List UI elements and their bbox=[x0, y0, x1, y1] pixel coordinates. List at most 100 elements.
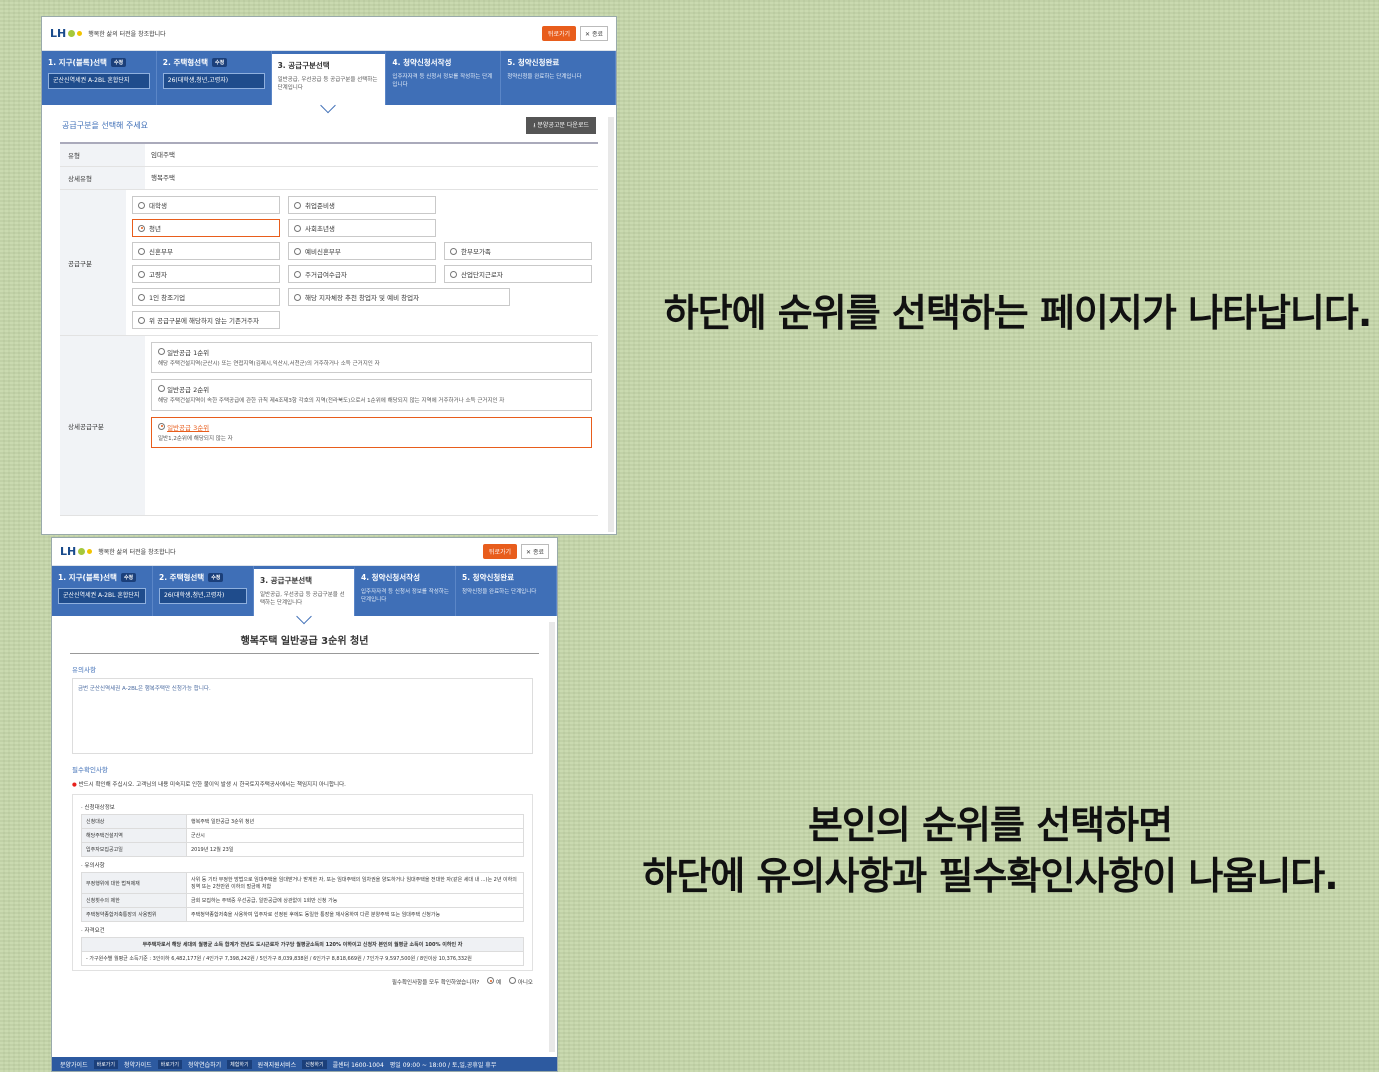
supply-option[interactable]: 고령자 bbox=[132, 265, 280, 283]
notice-label: 유의사항 bbox=[72, 666, 96, 674]
step-title: 1. 지구(블록)선택 bbox=[48, 58, 107, 67]
radio-icon bbox=[294, 201, 301, 209]
step-5[interactable]: 5. 청약신청완료 청약신청을 완료하는 단계입니다 bbox=[456, 566, 557, 616]
supply-option[interactable]: 한부모가족 bbox=[444, 242, 592, 260]
edit-chip[interactable]: 수정 bbox=[110, 58, 127, 67]
footer-text: 원격지원서비스 bbox=[257, 1061, 297, 1069]
step-title: 1. 지구(블록)선택 bbox=[58, 573, 117, 582]
step-desc: 일반공급, 우선공급 등 공급구분을 선택하는 단계입니다 bbox=[260, 592, 345, 607]
step-nav: 1. 지구(블록)선택 수정 군산신역세권 A-2BL 혼합단지 2. 주택형선택… bbox=[42, 51, 616, 105]
step-title: 4. 청약신청서작성 bbox=[361, 573, 420, 582]
option-label: 주거급여수급자 bbox=[305, 271, 347, 279]
agree-yes[interactable]: 예 bbox=[487, 977, 501, 986]
rank-title: 일반공급 3순위 bbox=[167, 423, 210, 432]
step-desc: 입주자자격 등 신청서 정보를 작성하는 단계입니다 bbox=[392, 74, 493, 89]
supply-option[interactable]: 위 공급구분에 해당하지 않는 기존거주자 bbox=[132, 311, 280, 329]
footer-link-button[interactable]: 바로가기 bbox=[157, 1059, 183, 1069]
supply-option[interactable]: 청년 bbox=[132, 219, 280, 237]
table-row: 입주자모집공고일 2019년 12월 23일 bbox=[81, 842, 524, 857]
step-1[interactable]: 1. 지구(블록)선택 수정 군산신역세권 A-2BL 혼합단지 bbox=[42, 51, 157, 105]
supply-option[interactable]: 산업단지근로자 bbox=[444, 265, 592, 283]
caption-2-line-1: 본인의 순위를 선택하면 bbox=[807, 803, 1173, 847]
rank-desc: 해당 주택건설지역(군산시) 또는 연접지역(김제시,익산시,서천군)의 거주하… bbox=[158, 361, 380, 367]
supply-option[interactable]: 대학생 bbox=[132, 196, 280, 214]
caption-2: 본인의 순위를 선택하면 하단에 유의사항과 필수확인사항이 나옵니다. bbox=[630, 800, 1350, 903]
edit-chip[interactable]: 수정 bbox=[208, 573, 224, 582]
rank-desc: 해당 주택건설지역이 속한 주택공급에 관한 규칙 제4조제3항 각호의 지역(… bbox=[158, 398, 505, 405]
supply-form: 유형 임대주택 상세유형 행복주택 공급구분 대학생 취업준비생 청년 사회초년생 신혼부부… bbox=[60, 142, 598, 516]
step-title: 2. 주택형선택 bbox=[159, 573, 205, 582]
qual-heading-text: 자격요건 bbox=[84, 928, 105, 934]
qual-heading: · 자격요건 bbox=[81, 928, 105, 934]
step-3[interactable]: 3. 공급구분선택 일반공급, 우선공급 등 공급구분을 선택하는 단계입니다 bbox=[254, 566, 355, 616]
row-key: 신청횟수의 제한 bbox=[81, 893, 187, 908]
step-2[interactable]: 2. 주택형선택 수정 26(대학생,청년,고령자) bbox=[153, 566, 254, 616]
close-button[interactable]: ✕ 종료 bbox=[580, 26, 608, 41]
step-2[interactable]: 2. 주택형선택 수정 26(대학생,청년,고령자) bbox=[157, 51, 272, 105]
row-label: 상세공급구분 bbox=[60, 336, 145, 515]
lh-logo: LH bbox=[60, 545, 93, 558]
table-row: 신청횟수의 제한 금회 모집하는 주택중 우선공급, 일반공급에 상관없이 1회만… bbox=[81, 893, 524, 908]
step-1[interactable]: 1. 지구(블록)선택 수정 군산신역세권 A-2BL 혼합단지 bbox=[52, 566, 153, 616]
footer-text: 분양가이드 bbox=[60, 1061, 88, 1069]
radio-icon bbox=[158, 385, 165, 393]
empty-cell bbox=[444, 219, 592, 237]
scrollbar[interactable] bbox=[608, 117, 614, 532]
table-row: 주택청약종합저축통장의 사용범위 주택청약종합저축을 사용하여 입주자로 선정된 … bbox=[81, 907, 524, 922]
agree-no[interactable]: 아니오 bbox=[509, 977, 533, 986]
step-4[interactable]: 4. 청약신청서작성 입주자자격 등 신청서 정보를 작성하는 단계입니다 bbox=[386, 51, 502, 105]
radio-icon bbox=[509, 977, 517, 984]
row-value: 금회 모집하는 주택중 우선공급, 일반공급에 상관없이 1회만 신청 가능 bbox=[186, 893, 524, 908]
edit-chip[interactable]: 수정 bbox=[120, 573, 137, 582]
caution-heading: · 유의사항 bbox=[81, 863, 105, 869]
step-desc: 청약신청을 완료하는 단계입니다 bbox=[462, 589, 537, 595]
subtype-row: 상세유형 행복주택 bbox=[60, 167, 598, 190]
edit-chip[interactable]: 수정 bbox=[211, 58, 228, 67]
supply-option[interactable]: 주거급여수급자 bbox=[288, 265, 436, 283]
back-button[interactable]: 뒤로가기 bbox=[482, 544, 518, 559]
check-label: 필수확인사항 bbox=[72, 766, 108, 774]
empty-cell bbox=[444, 311, 592, 329]
step-5[interactable]: 5. 청약신청완료 청약신청을 완료하는 단계입니다 bbox=[501, 51, 616, 105]
footer-text: 청약연습하기 bbox=[188, 1061, 222, 1069]
scrollbar[interactable] bbox=[549, 622, 555, 1052]
radio-icon bbox=[138, 224, 145, 232]
supply-option[interactable]: 예비신혼부부 bbox=[288, 242, 436, 260]
step-3[interactable]: 3. 공급구분선택 일반공급, 우선공급 등 공급구분을 선택하는 단계입니다 bbox=[271, 51, 387, 105]
footer-bar: 분양가이드 바로가기 청약가이드 바로가기 청약연습하기 체험하기 원격지원서비스 신청하기 콜… bbox=[52, 1057, 557, 1071]
lh-logo: LH bbox=[50, 27, 83, 40]
step-4[interactable]: 4. 청약신청서작성 입주자자격 등 신청서 정보를 작성하는 단계입니다 bbox=[355, 566, 456, 616]
close-button[interactable]: ✕ 종료 bbox=[521, 544, 549, 559]
rank-title: 일반공급 2순위 bbox=[167, 386, 210, 395]
rank-desc: 일반1,2순위에 해당되지 않는 자 bbox=[158, 435, 233, 442]
row-label: 유형 bbox=[60, 144, 145, 166]
supply-option[interactable]: 1인 창조기업 bbox=[132, 288, 280, 306]
notice-textarea[interactable]: 금번 군산신역세권 A-2BL은 행복주택만 신청가능 합니다. bbox=[72, 678, 533, 754]
step-title: 3. 공급구분선택 bbox=[277, 61, 330, 70]
rank-option-1[interactable]: 일반공급 1순위 해당 주택건설지역(군산시) 또는 연접지역(김제시,익산시,서… bbox=[151, 342, 592, 374]
footer-text: 평일 09:00 ~ 18:00 / 토,일,공휴일 휴무 bbox=[389, 1061, 497, 1069]
back-button[interactable]: 뒤로가기 bbox=[541, 26, 577, 41]
supply-option[interactable]: 신혼부부 bbox=[132, 242, 280, 260]
option-label: 신혼부부 bbox=[149, 248, 173, 256]
row-label: 공급구분 bbox=[60, 190, 126, 335]
radio-icon bbox=[138, 293, 145, 301]
alert-icon: ● bbox=[72, 782, 77, 788]
footer-text: 콜센터 1600-1004 bbox=[332, 1061, 384, 1069]
step-title: 5. 청약신청완료 bbox=[507, 58, 560, 67]
step-value: 26(대학생,청년,고령자) bbox=[159, 588, 247, 605]
footer-link-button[interactable]: 바로가기 bbox=[93, 1059, 119, 1069]
supply-option[interactable]: 사회초년생 bbox=[288, 219, 436, 237]
rank-option-2[interactable]: 일반공급 2순위해당 주택건설지역이 속한 주택공급에 관한 규칙 제4조제3항… bbox=[151, 379, 592, 411]
caution-table: 부정행위에 대한 법적제재 사위 등 기타 부정한 방법으로 임대주택을 임대받거… bbox=[81, 872, 524, 922]
row-value: 행복주택 일반공급 3순위 청년 bbox=[186, 814, 524, 829]
footer-link-button[interactable]: 신청하기 bbox=[302, 1059, 327, 1069]
table-row: 해당주택건설지역 군산시 bbox=[81, 828, 524, 843]
rank-option-3[interactable]: 일반공급 3순위일반1,2순위에 해당되지 않는 자 bbox=[151, 416, 592, 448]
radio-icon bbox=[294, 224, 301, 232]
footer-link-button[interactable]: 체험하기 bbox=[227, 1059, 252, 1069]
supply-option[interactable]: 취업준비생 bbox=[288, 196, 436, 214]
download-button[interactable]: ⭳ 분양공고문 다운로드 bbox=[526, 117, 596, 134]
section-title: 공급구분을 선택해 주세요 bbox=[62, 121, 149, 130]
option-label: 대학생 bbox=[149, 202, 167, 210]
